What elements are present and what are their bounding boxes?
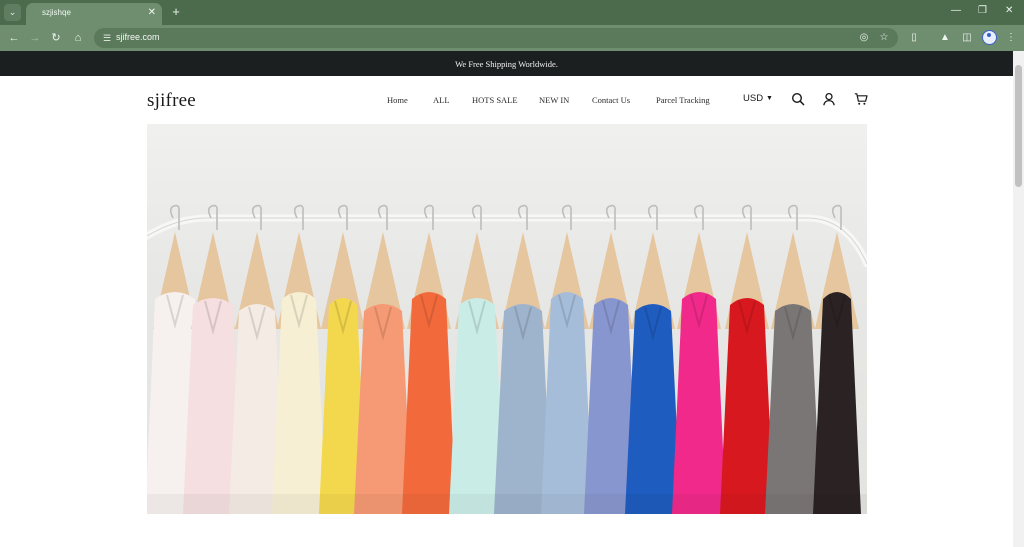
site-logo[interactable]: sjifree — [147, 90, 196, 112]
reload-icon[interactable]: ↻ — [48, 30, 64, 46]
browser-tab[interactable]: szjishqe ✕ — [26, 3, 162, 25]
tab-search-chevron-down-icon[interactable]: ⌄ — [4, 4, 21, 21]
user-icon[interactable] — [822, 92, 836, 106]
side-panel-icon[interactable]: ◫ — [959, 30, 975, 46]
tab-close-icon[interactable]: ✕ — [148, 7, 156, 19]
minimize-icon[interactable]: — — [951, 5, 961, 17]
address-bar[interactable]: ☰ sjifree.com ◎ ☆ — [94, 28, 898, 48]
hero-clothes-rack-image[interactable] — [147, 124, 867, 514]
announcement-bar: We Free Shipping Worldwide. — [0, 51, 1013, 76]
bookmark-star-icon[interactable]: ☆ — [877, 31, 891, 45]
nav-link-hots-sale[interactable]: HOTS SALE — [472, 95, 518, 105]
page-scrollbar[interactable] — [1013, 51, 1024, 547]
page-viewport: We Free Shipping Worldwide. sjifree Home… — [0, 51, 1024, 547]
nav-link-home[interactable]: Home — [387, 95, 408, 105]
nav-link-contact-us[interactable]: Contact Us — [592, 95, 630, 105]
forward-arrow-right-icon[interactable]: → — [27, 30, 43, 46]
back-arrow-left-icon[interactable]: ← — [6, 30, 22, 46]
currency-selector[interactable]: USD — [743, 93, 763, 104]
hero-illustration — [147, 204, 867, 514]
search-icon[interactable] — [791, 92, 805, 106]
hero-bottom-shade — [147, 494, 867, 514]
new-tab-plus-icon[interactable]: + — [168, 4, 184, 20]
url-text: sjifree.com — [116, 32, 160, 42]
browser-toolbar: ← → ↻ ⌂ ☰ sjifree.com ◎ ☆ ▯ ▲ ◫ ⋮ — [0, 25, 1024, 51]
nav-link-parcel-tracking[interactable]: Parcel Tracking — [656, 95, 710, 105]
nav-link-all[interactable]: ALL — [433, 95, 450, 105]
restore-icon[interactable]: ❐ — [978, 5, 987, 17]
home-icon[interactable]: ⌂ — [70, 30, 86, 46]
close-window-icon[interactable]: ✕ — [1005, 5, 1013, 17]
extensions-puzzle-icon[interactable]: ▯ — [906, 30, 922, 46]
kebab-menu-icon[interactable]: ⋮ — [1003, 30, 1019, 46]
labs-flask-icon[interactable]: ▲ — [937, 30, 953, 46]
site-info-tune-icon[interactable]: ☰ — [100, 31, 114, 45]
caret-down-icon[interactable]: ▼ — [766, 95, 773, 102]
profile-icon[interactable] — [982, 30, 997, 45]
eye-off-icon[interactable]: ◎ — [857, 31, 871, 45]
browser-tab-bar: ⌄ szjishqe ✕ + — ❐ ✕ — [0, 0, 1024, 25]
scrollbar-thumb[interactable] — [1015, 65, 1022, 187]
nav-link-new-in[interactable]: NEW IN — [539, 95, 569, 105]
cart-icon[interactable] — [854, 92, 868, 106]
tab-title: szjishqe — [42, 8, 71, 17]
